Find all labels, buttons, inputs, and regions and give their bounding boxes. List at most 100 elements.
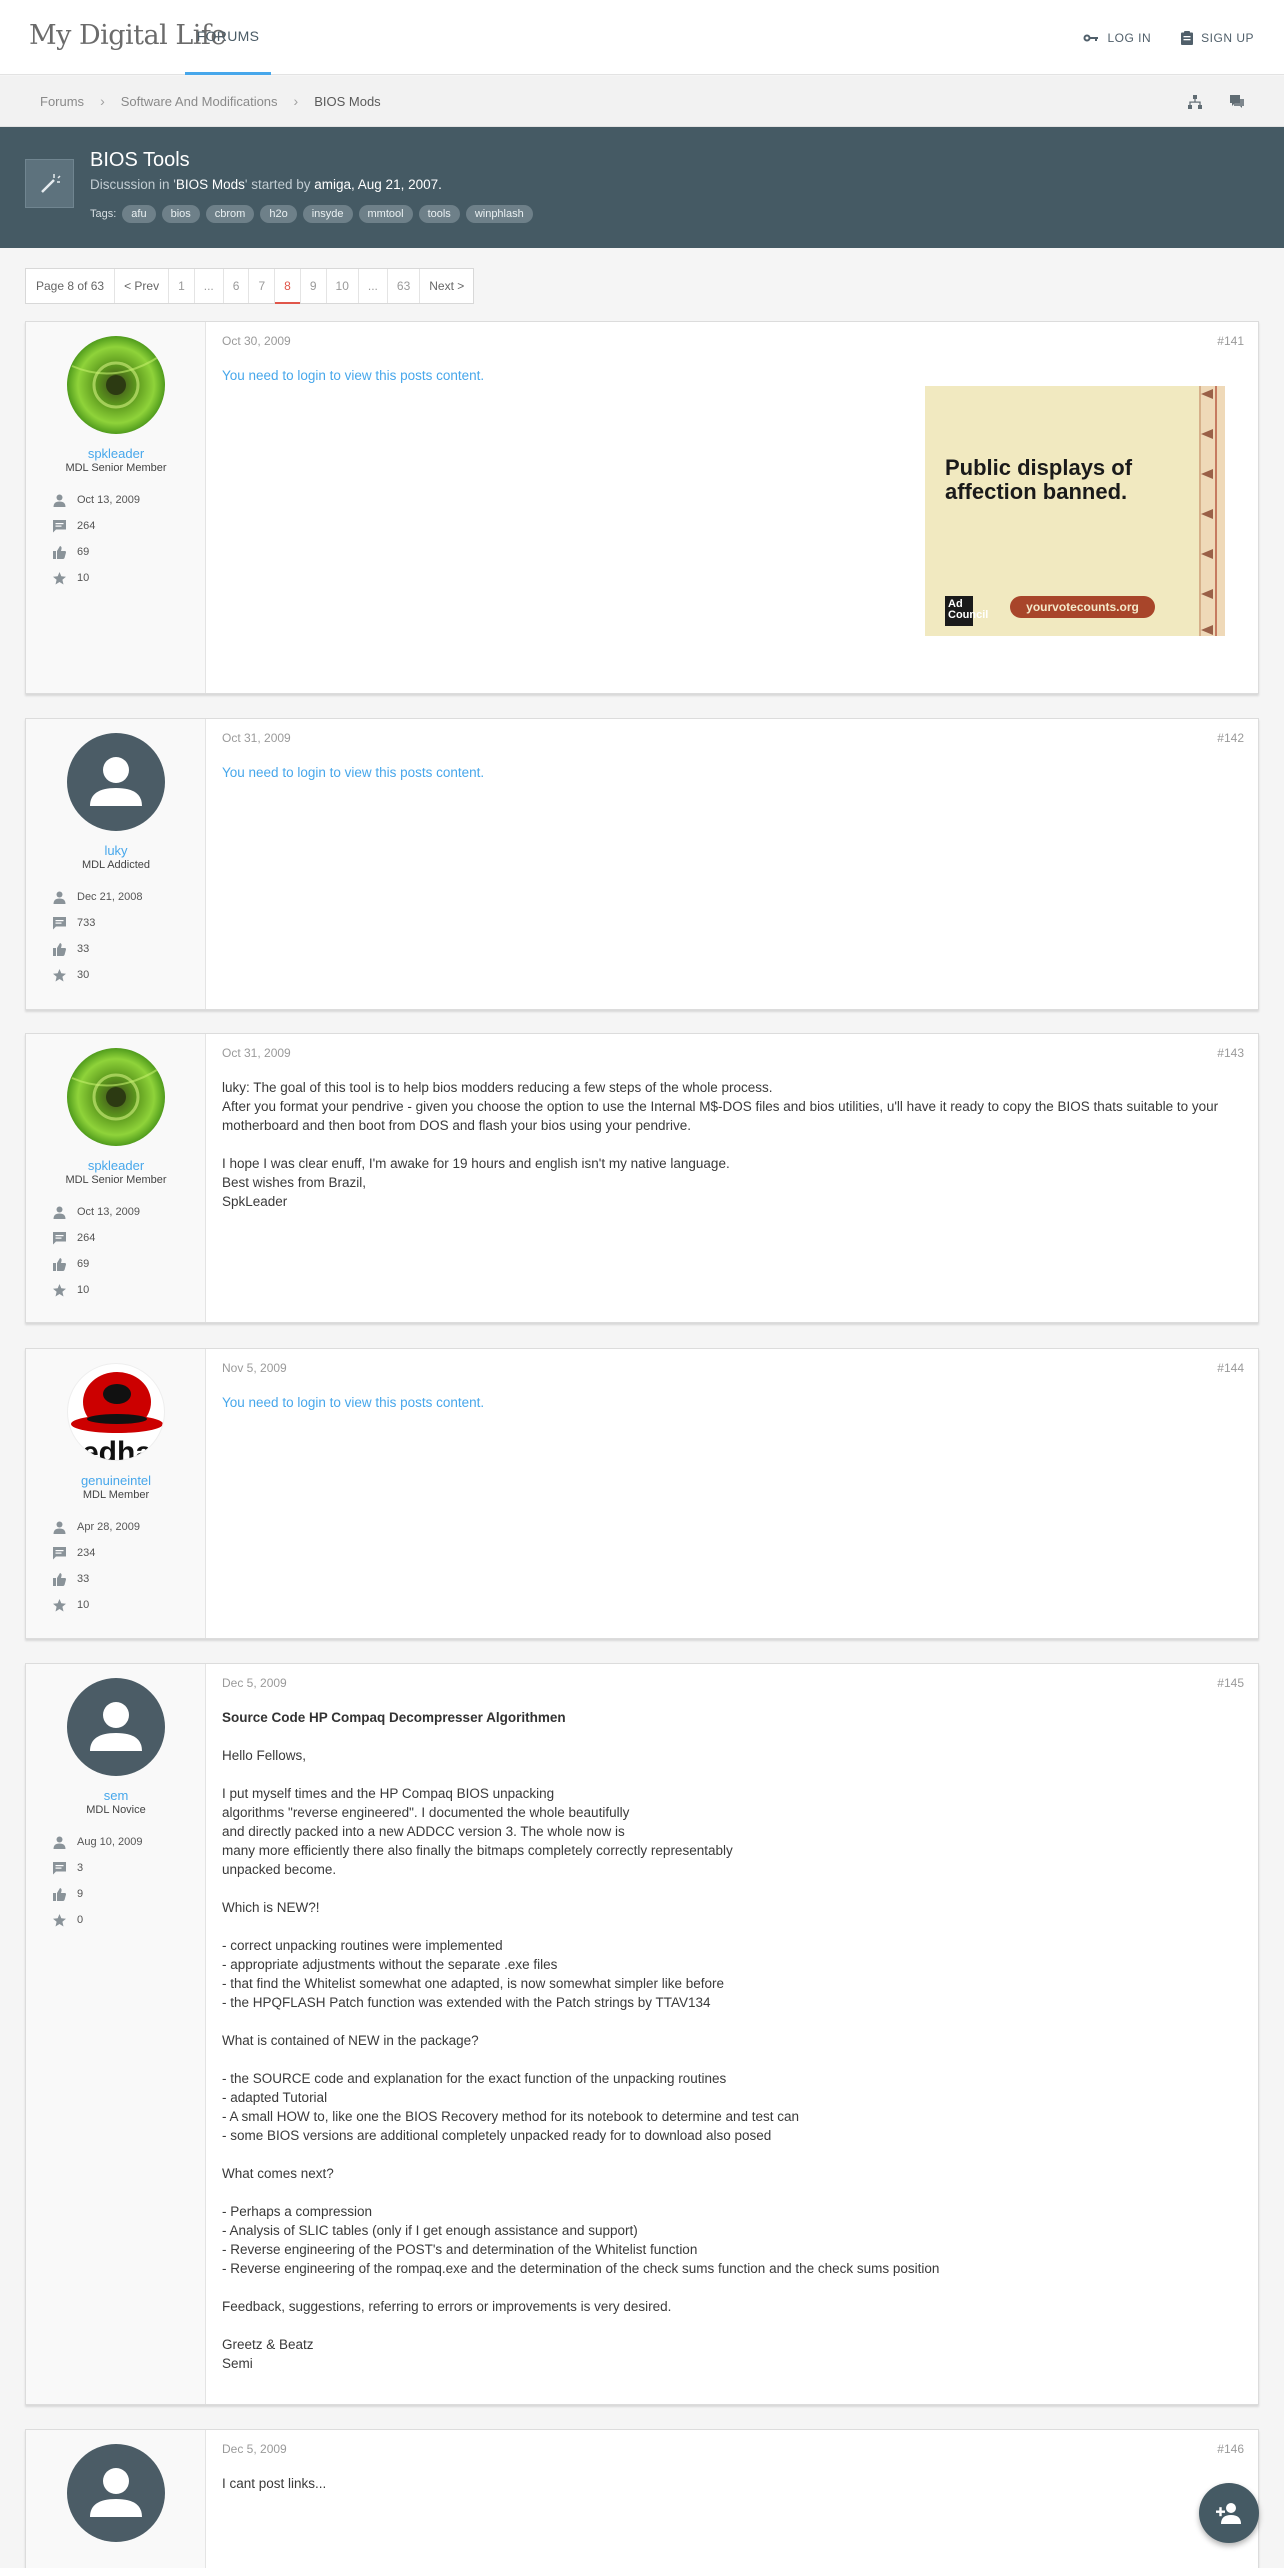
post-text-line: Hello Fellows,: [222, 1748, 307, 1763]
tag[interactable]: winphlash: [465, 205, 533, 223]
signup-label: SIGN UP: [1201, 30, 1254, 45]
tag[interactable]: tools: [418, 205, 460, 223]
username[interactable]: spkleader: [26, 1158, 206, 1173]
username[interactable]: sem: [26, 1788, 206, 1803]
post-text-line: I cant post links...: [222, 2476, 327, 2491]
post-number[interactable]: #146: [1217, 2442, 1244, 2456]
ad-cta[interactable]: yourvotecounts.org: [1010, 596, 1155, 618]
tag[interactable]: mmtool: [358, 205, 413, 223]
post-text-line: - A small HOW to, like one the BIOS Reco…: [222, 2109, 800, 2124]
post-user-info: spkleader MDL Senior Member Oct 13, 2009…: [26, 322, 206, 693]
page-link-1[interactable]: 1: [169, 269, 195, 303]
prev-page-button[interactable]: < Prev: [115, 269, 170, 303]
thread-title: BIOS Tools: [90, 149, 190, 171]
post-date[interactable]: Oct 31, 2009: [222, 1046, 291, 1060]
login-required-link[interactable]: You need to login to view this posts con…: [222, 368, 484, 383]
page-link-6[interactable]: 6: [224, 269, 250, 303]
post-text-line: I put myself times and the HP Compaq BIO…: [222, 1786, 555, 1801]
post-body: You need to login to view this posts con…: [222, 763, 1244, 782]
thread-author-link[interactable]: amiga: [314, 177, 351, 192]
avatar[interactable]: [67, 733, 165, 831]
username[interactable]: spkleader: [26, 446, 206, 461]
page-ellipsis[interactable]: ...: [359, 269, 388, 303]
post-number[interactable]: #141: [1217, 334, 1244, 348]
message-icon: [53, 916, 66, 929]
post-text-line: - Reverse engineering of the rompaq.exe …: [222, 2261, 940, 2276]
tag[interactable]: afu: [122, 205, 156, 223]
post-text-line: many more efficiently there also finally…: [222, 1843, 733, 1858]
post-date[interactable]: Oct 30, 2009: [222, 334, 291, 348]
thumbs-up-icon: [53, 1887, 66, 1901]
chat-icon[interactable]: [1230, 95, 1244, 108]
post-text-line: Greetz & Beatz: [222, 2337, 314, 2352]
nav-tab-forums[interactable]: FORUMS: [185, 0, 271, 75]
post-text-line: - Reverse engineering of the POST's and …: [222, 2242, 698, 2257]
page-link-9[interactable]: 9: [301, 269, 327, 303]
login-required-link[interactable]: You need to login to view this posts con…: [222, 1395, 484, 1410]
avatar[interactable]: [67, 2444, 165, 2542]
breadcrumb: Forums › Software And Modifications › BI…: [0, 76, 1284, 127]
post-number[interactable]: #145: [1217, 1676, 1244, 1690]
signup-link[interactable]: SIGN UP: [1181, 30, 1254, 45]
post-body: You need to login to view this posts con…: [222, 366, 1244, 385]
thread-start-date: , Aug 21, 2007: [351, 177, 439, 192]
avatar[interactable]: [67, 1048, 165, 1146]
person-icon: [53, 1521, 66, 1534]
page-ellipsis[interactable]: ...: [195, 269, 224, 303]
key-icon: [1083, 34, 1099, 41]
breadcrumb-software[interactable]: Software And Modifications: [121, 94, 278, 109]
thumbs-up-icon: [53, 1572, 66, 1586]
star-icon: [53, 1283, 66, 1296]
user-stats: Apr 28, 2009 234 33 10: [53, 1514, 140, 1618]
add-user-button[interactable]: [1199, 2483, 1259, 2543]
post-date[interactable]: Dec 5, 2009: [222, 1676, 287, 1690]
tag[interactable]: h2o: [260, 205, 297, 223]
post-text-line: - some BIOS versions are additional comp…: [222, 2128, 772, 2143]
post-number[interactable]: #143: [1217, 1046, 1244, 1060]
page-link-8-current[interactable]: 8: [275, 269, 301, 304]
post-date[interactable]: Dec 5, 2009: [222, 2442, 287, 2456]
page-link-63[interactable]: 63: [388, 269, 421, 303]
thumbs-up-icon: [53, 1257, 66, 1271]
thumbs-up-icon: [53, 942, 66, 956]
tag[interactable]: cbrom: [205, 205, 255, 223]
post-date[interactable]: Nov 5, 2009: [222, 1361, 287, 1375]
post-user-info: luky MDL Addicted Dec 21, 2008 733 33 30: [26, 719, 206, 1009]
avatar[interactable]: edha: [67, 1363, 165, 1461]
tag[interactable]: bios: [161, 205, 200, 223]
tag[interactable]: insyde: [302, 205, 353, 223]
points-count: 30: [77, 969, 90, 981]
login-label: LOG IN: [1107, 30, 1152, 45]
thread-forum-link[interactable]: BIOS Mods: [176, 177, 245, 192]
message-icon: [53, 1546, 66, 1559]
post-text-line: Best wishes from Brazil,: [222, 1175, 367, 1190]
next-page-button[interactable]: Next >: [420, 269, 473, 303]
advertisement[interactable]: Public displays of affection banned. Ad …: [925, 386, 1225, 636]
login-required-link[interactable]: You need to login to view this posts con…: [222, 765, 484, 780]
post-date[interactable]: Oct 31, 2009: [222, 731, 291, 745]
post-text-line: - adapted Tutorial: [222, 2090, 328, 2105]
person-icon: [53, 891, 66, 904]
post-text-line: What is contained of NEW in the package?: [222, 2033, 479, 2048]
post-number[interactable]: #144: [1217, 1361, 1244, 1375]
post-145: sem MDL Novice Aug 10, 2009 3 9 0 Dec 5,…: [25, 1663, 1259, 2405]
user-stats: Oct 13, 2009 264 69 10: [53, 487, 140, 591]
avatar[interactable]: [67, 1678, 165, 1776]
thumbs-up-icon: [53, 545, 66, 559]
post-text-line: luky: The goal of this tool is to help b…: [222, 1080, 773, 1095]
page-link-7[interactable]: 7: [249, 269, 276, 303]
page-indicator[interactable]: Page 8 of 63: [26, 269, 116, 303]
username[interactable]: luky: [26, 843, 206, 858]
breadcrumb-bios-mods[interactable]: BIOS Mods: [314, 94, 380, 109]
post-text-line: After you format your pendrive - given y…: [222, 1099, 1219, 1133]
username[interactable]: genuineintel: [26, 1473, 206, 1488]
pagination: Page 8 of 63 < Prev 1 ... 6 7 8 9 10 ...…: [25, 268, 475, 304]
page-link-10[interactable]: 10: [327, 269, 359, 303]
post-number[interactable]: #142: [1217, 731, 1244, 745]
avatar[interactable]: [67, 336, 165, 434]
sitemap-icon[interactable]: [1188, 94, 1202, 109]
tags-label: Tags:: [90, 208, 117, 220]
post-text-line: - Perhaps a compression: [222, 2204, 373, 2219]
breadcrumb-forums[interactable]: Forums: [40, 94, 84, 109]
login-link[interactable]: LOG IN: [1083, 31, 1151, 45]
